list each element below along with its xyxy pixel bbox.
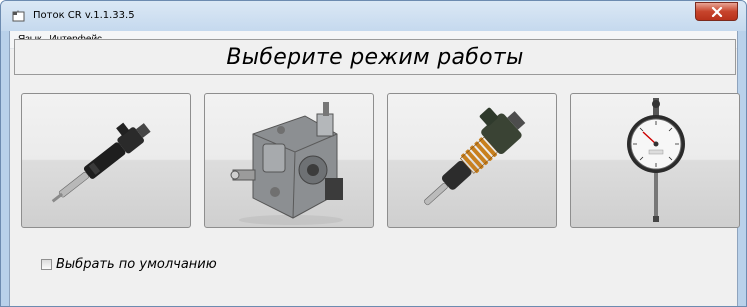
title-bar[interactable]: Поток CR v.1.1.33.5 — [1, 1, 746, 31]
app-window: Поток CR v.1.1.33.5 Язык Интерфейс Выбер… — [0, 0, 747, 307]
default-checkbox-label[interactable]: Выбрать по умолчанию — [56, 257, 217, 272]
close-icon — [711, 6, 722, 17]
dial-indicator-icon — [627, 98, 685, 222]
mode-heading-panel: Выберите режим работы — [14, 39, 736, 75]
page-title: Выберите режим работы — [226, 44, 524, 70]
mode-button-pump-injector[interactable] — [387, 93, 557, 228]
high-pressure-pump-icon — [230, 102, 343, 225]
default-checkbox[interactable] — [41, 258, 52, 270]
mode-button-pump-cr[interactable] — [204, 93, 374, 228]
mode-button-dial-indicator[interactable] — [570, 93, 740, 228]
unit-injector-icon — [424, 107, 526, 206]
common-rail-injector-icon — [51, 122, 151, 203]
close-button[interactable] — [695, 2, 738, 21]
default-option-row[interactable]: Выбрать по умолчанию — [41, 256, 217, 272]
app-icon — [12, 10, 25, 22]
mode-button-injector-cr[interactable] — [21, 93, 191, 228]
window-title: Поток CR v.1.1.33.5 — [33, 10, 135, 21]
